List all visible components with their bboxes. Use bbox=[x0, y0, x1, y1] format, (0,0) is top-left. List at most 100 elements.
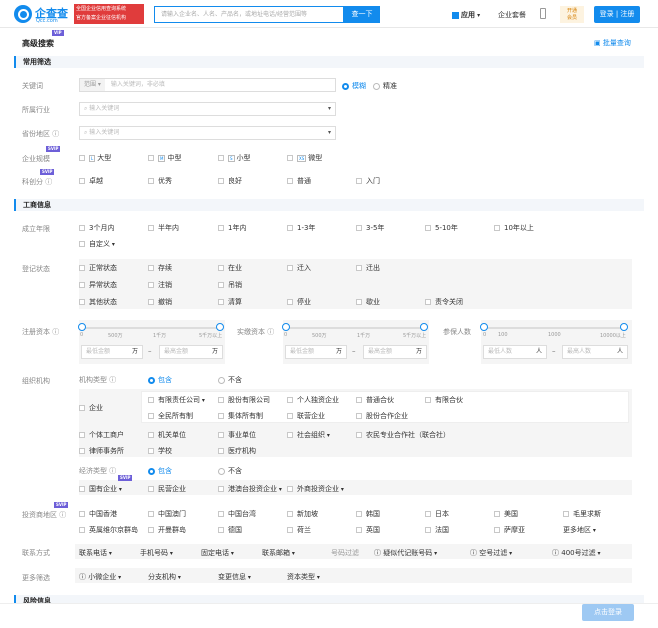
status-group[interactable]: 其他状态 bbox=[79, 297, 117, 307]
enterprise-subtype[interactable]: 有限责任公司 bbox=[148, 395, 205, 405]
tech-option[interactable]: 普通 bbox=[287, 176, 311, 186]
status-option[interactable]: 注销 bbox=[148, 280, 172, 290]
tech-option[interactable]: 卓越 bbox=[79, 176, 103, 186]
status-group[interactable]: 异常状态 bbox=[79, 280, 117, 290]
scale-option[interactable]: L 大型 bbox=[79, 153, 111, 163]
org-type-option[interactable]: 机关单位 bbox=[148, 430, 186, 440]
keyword-scope-select[interactable]: 范围 bbox=[80, 79, 105, 91]
status-option[interactable]: 迁出 bbox=[356, 263, 380, 273]
invest-option[interactable]: 法国 bbox=[425, 525, 449, 535]
more-filter-dropdown[interactable]: 变更信息 bbox=[218, 572, 251, 582]
capital-slider-max-handle[interactable] bbox=[216, 323, 224, 331]
contact-dropdown[interactable]: 联系电话 bbox=[79, 548, 112, 558]
contact-dropdown[interactable]: 固定电话 bbox=[201, 548, 234, 558]
invest-option[interactable]: 英国 bbox=[356, 525, 380, 535]
org-type-option[interactable]: 学校 bbox=[148, 446, 172, 456]
industry-select[interactable]: ⌕ 输入关键词 ▾ bbox=[79, 102, 336, 116]
insured-slider-min-handle[interactable] bbox=[480, 323, 488, 331]
contact-dropdown[interactable]: 联系邮箱 bbox=[262, 548, 295, 558]
insured-slider-max-handle[interactable] bbox=[620, 323, 628, 331]
paid-max-input[interactable]: 最高金额 万 bbox=[363, 345, 427, 359]
filter-dropdown[interactable]: ⓘ 400号过滤 bbox=[552, 548, 601, 558]
org-exclude-radio[interactable]: 不含 bbox=[218, 375, 242, 385]
enterprise-subtype[interactable]: 全民所有制 bbox=[148, 411, 193, 421]
tech-option[interactable]: 优秀 bbox=[148, 176, 172, 186]
invest-option[interactable]: 新加坡 bbox=[287, 509, 318, 519]
keyword-input[interactable]: 范围 输入关键词，非必填 bbox=[79, 78, 336, 92]
established-custom[interactable]: 自定义 bbox=[79, 239, 115, 249]
enterprise-subtype[interactable]: 集体所有制 bbox=[218, 411, 263, 421]
enterprise-subtype[interactable]: 股份合作企业 bbox=[356, 411, 408, 421]
insured-slider-track[interactable] bbox=[485, 327, 625, 329]
status-option[interactable]: 吊销 bbox=[218, 280, 242, 290]
econ-option[interactable]: 民营企业 bbox=[148, 484, 186, 494]
econ-include-radio[interactable]: 包含 bbox=[148, 466, 172, 476]
status-option[interactable]: 撤销 bbox=[148, 297, 172, 307]
org-include-radio[interactable]: 包含 bbox=[148, 375, 172, 385]
status-option[interactable]: 在业 bbox=[218, 263, 242, 273]
contact-dropdown[interactable]: 手机号码 bbox=[140, 548, 173, 558]
established-option[interactable]: 3个月内 bbox=[79, 223, 114, 233]
established-option[interactable]: 3-5年 bbox=[356, 223, 384, 233]
org-type-option[interactable]: 农民专业合作社（联合社） bbox=[356, 430, 450, 440]
mobile-icon[interactable] bbox=[540, 8, 546, 19]
capital-slider-min-handle[interactable] bbox=[78, 323, 86, 331]
org-type-option[interactable]: 社会组织 bbox=[287, 430, 330, 440]
enterprise-subtype[interactable]: 普通合伙 bbox=[356, 395, 394, 405]
established-option[interactable]: 1-3年 bbox=[287, 223, 315, 233]
enterprise-subtype[interactable]: 有限合伙 bbox=[425, 395, 463, 405]
econ-option[interactable]: 国有企业 bbox=[79, 484, 122, 494]
search-button[interactable]: 查一下 bbox=[344, 6, 380, 23]
invest-option[interactable]: 开曼群岛 bbox=[148, 525, 186, 535]
org-type-option[interactable]: 个体工商户 bbox=[79, 430, 124, 440]
invest-option[interactable]: 日本 bbox=[425, 509, 449, 519]
status-option[interactable]: 存续 bbox=[148, 263, 172, 273]
established-option[interactable]: 5-10年 bbox=[425, 223, 458, 233]
scale-option[interactable]: M 中型 bbox=[148, 153, 181, 163]
paid-slider-min-handle[interactable] bbox=[282, 323, 290, 331]
enterprise-group[interactable]: 企业 bbox=[79, 403, 103, 413]
region-select[interactable]: ⌕ 输入关键词 ▾ bbox=[79, 126, 336, 140]
exact-radio[interactable]: 精准 bbox=[373, 81, 397, 91]
more-regions-dropdown[interactable]: 更多地区 bbox=[563, 525, 596, 535]
fuzzy-radio[interactable]: 模糊 bbox=[342, 81, 366, 91]
filter-dropdown[interactable]: ⓘ 疑似代记账号码 bbox=[374, 548, 437, 558]
invest-option[interactable]: 中国香港 bbox=[79, 509, 117, 519]
capital-slider-track[interactable] bbox=[83, 327, 219, 329]
invest-option[interactable]: 萨摩亚 bbox=[494, 525, 525, 535]
invest-option[interactable]: 毛里求斯 bbox=[563, 509, 601, 519]
invest-option[interactable]: 美国 bbox=[494, 509, 518, 519]
status-option[interactable]: 清算 bbox=[218, 297, 242, 307]
established-option[interactable]: 半年内 bbox=[148, 223, 179, 233]
more-filter-dropdown[interactable]: 资本类型 bbox=[287, 572, 320, 582]
enterprise-subtype[interactable]: 股份有限公司 bbox=[218, 395, 270, 405]
tech-option[interactable]: 良好 bbox=[218, 176, 242, 186]
org-type-option[interactable]: 医疗机构 bbox=[218, 446, 256, 456]
invest-option[interactable]: 德国 bbox=[218, 525, 242, 535]
search-input[interactable]: 请输入企业名、人名、产品名，或地址电话/经营范围等 bbox=[154, 6, 344, 23]
enterprise-kit-link[interactable]: 企业套餐 bbox=[498, 10, 526, 20]
status-option[interactable]: 停业 bbox=[287, 297, 311, 307]
capital-min-input[interactable]: 最低金额 万 bbox=[81, 345, 143, 359]
app-menu[interactable]: 应用 bbox=[452, 10, 480, 20]
econ-exclude-radio[interactable]: 不含 bbox=[218, 466, 242, 476]
invest-option[interactable]: 英属维尔京群岛 bbox=[79, 525, 138, 535]
login-button[interactable]: 登录 | 注册 bbox=[594, 6, 640, 23]
submit-login-button[interactable]: 点击登录 bbox=[582, 604, 634, 621]
vip-open-button[interactable]: 开通 会员 bbox=[560, 6, 584, 23]
econ-option[interactable]: 外商投资企业 bbox=[287, 484, 344, 494]
insured-max-input[interactable]: 最高人数 人 bbox=[562, 345, 628, 359]
invest-option[interactable]: 中国台湾 bbox=[218, 509, 256, 519]
established-option[interactable]: 1年内 bbox=[218, 223, 246, 233]
more-filter-dropdown[interactable]: 分支机构 bbox=[148, 572, 181, 582]
invest-option[interactable]: 中国澳门 bbox=[148, 509, 186, 519]
invest-option[interactable]: 韩国 bbox=[356, 509, 380, 519]
status-option[interactable]: 迁入 bbox=[287, 263, 311, 273]
paid-min-input[interactable]: 最低金额 万 bbox=[285, 345, 347, 359]
status-option[interactable]: 责令关闭 bbox=[425, 297, 463, 307]
insured-min-input[interactable]: 最低人数 人 bbox=[483, 345, 547, 359]
scale-option[interactable]: XS 微型 bbox=[287, 153, 322, 163]
established-option[interactable]: 10年以上 bbox=[494, 223, 534, 233]
paid-slider-track[interactable] bbox=[287, 327, 423, 329]
econ-option[interactable]: 港澳台投资企业 bbox=[218, 484, 282, 494]
